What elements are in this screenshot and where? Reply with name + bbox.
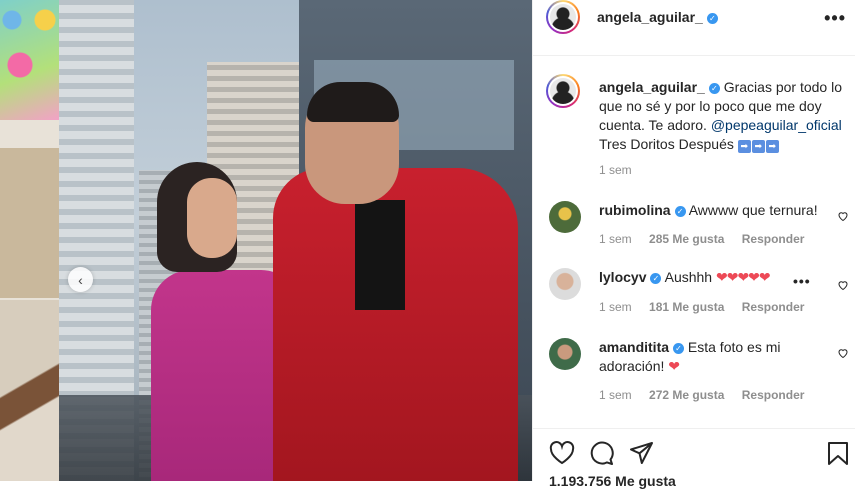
more-options-button[interactable]: ••• — [824, 8, 846, 29]
comment-item: lylocyv ✓ Aushhh ❤❤❤❤❤ 1 sem 181 Me gusta… — [549, 268, 849, 318]
comment-item: rubimolina ✓ Awwww que ternura! 1 sem 285… — [549, 201, 849, 251]
caption-text-2: Tres Doritos Después — [599, 136, 734, 152]
heart-emoji: ❤ — [668, 358, 680, 374]
post-caption: angela_aguilar_ ✓ Gracias por todo lo que… — [599, 78, 849, 154]
comment-likes[interactable]: 181 Me gusta — [649, 300, 724, 314]
post-side-panel: angela_aguilar_ ✓ ••• angela_aguilar_ ✓ Gr… — [532, 0, 855, 489]
commenter-avatar[interactable] — [549, 201, 581, 233]
post-photo[interactable] — [59, 0, 532, 481]
comment-item: amanditita ✓ Esta foto es mi adoración! ❤… — [549, 338, 849, 408]
verified-badge-icon: ✓ — [650, 273, 662, 284]
strip-mid — [0, 148, 59, 298]
commenter-username[interactable]: lylocyv — [599, 269, 646, 285]
comment-time[interactable]: 1 sem — [599, 232, 632, 246]
comment-time[interactable]: 1 sem — [599, 300, 632, 314]
arrow-emojis: ➡ ➡ ➡ — [737, 136, 780, 153]
carousel-prev-button[interactable]: ‹ — [68, 267, 93, 292]
commenter-avatar[interactable] — [549, 338, 581, 370]
man-hair — [307, 82, 399, 122]
comment-like-icon[interactable] — [837, 210, 849, 222]
comment-time[interactable]: 1 sem — [599, 388, 632, 402]
reply-button[interactable]: Responder — [742, 232, 805, 246]
heart-emojis: ❤❤❤❤❤ — [715, 269, 771, 285]
strip-low — [0, 300, 59, 481]
comment-more-button[interactable]: ••• — [793, 273, 811, 289]
comment-text: Awwww que ternura! — [688, 202, 818, 218]
heart-outline-icon[interactable] — [549, 441, 575, 470]
post-header: angela_aguilar_ ✓ ••• — [533, 0, 855, 56]
commenter-username[interactable]: amanditita — [599, 339, 669, 355]
comment-bubble-icon[interactable] — [589, 441, 614, 471]
comment-likes[interactable]: 285 Me gusta — [649, 232, 724, 246]
comment-text: Aushhh — [664, 269, 713, 285]
strip-artwork — [0, 0, 59, 120]
reply-button[interactable]: Responder — [742, 388, 805, 402]
commenter-username[interactable]: rubimolina — [599, 202, 671, 218]
man-shirt — [355, 200, 405, 310]
reply-button[interactable]: Responder — [742, 300, 805, 314]
verified-badge-icon: ✓ — [674, 206, 686, 217]
caption-avatar[interactable] — [546, 74, 580, 108]
author-avatar[interactable] — [546, 0, 580, 34]
chevron-left-icon: ‹ — [78, 271, 83, 288]
comment-like-icon[interactable] — [837, 347, 849, 359]
verified-badge-icon: ✓ — [708, 83, 720, 94]
woman-face — [187, 178, 237, 258]
previous-post-image — [0, 0, 59, 481]
bookmark-icon[interactable] — [827, 441, 849, 471]
comment-like-icon[interactable] — [837, 279, 849, 291]
caption-time[interactable]: 1 sem — [599, 163, 632, 177]
verified-badge-icon: ✓ — [673, 343, 685, 354]
comment-likes[interactable]: 272 Me gusta — [649, 388, 724, 402]
verified-badge-icon: ✓ — [706, 13, 718, 24]
likes-count[interactable]: 1.193.756 Me gusta — [549, 473, 676, 489]
mention-link[interactable]: @pepeaguilar_oficial — [711, 117, 842, 133]
caption-username[interactable]: angela_aguilar_ — [599, 79, 705, 95]
author-username[interactable]: angela_aguilar_ — [597, 9, 703, 25]
commenter-avatar[interactable] — [549, 268, 581, 300]
paper-plane-icon[interactable] — [629, 441, 654, 470]
